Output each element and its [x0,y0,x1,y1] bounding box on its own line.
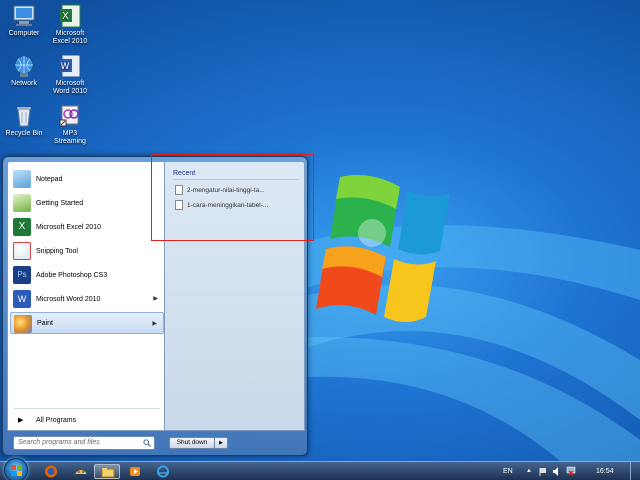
annotation-highlight-box [151,154,314,241]
desktop-icon-label: Excel 2010 [52,38,88,45]
submenu-arrow-icon[interactable]: ▶ [153,295,158,302]
recycle-bin-icon [10,104,38,128]
shutdown-options-arrow-icon[interactable]: ▶ [215,437,228,449]
search-input[interactable]: Search programs and files [13,436,155,450]
shutdown-button[interactable]: Shut down [169,437,215,449]
program-label: Adobe Photoshop CS3 [36,271,108,279]
program-label: Microsoft Word 2010 [36,295,101,303]
desktop-icon-label: Word 2010 [52,88,88,95]
desktop-icon-label: Microsoft [55,80,85,87]
network-status-icon[interactable] [566,462,576,480]
start-menu-programs-pane: Notepad Getting Started X Microsoft Exce… [7,161,165,431]
computer-icon [10,4,38,28]
mp3-streaming-icon [56,104,84,128]
photoshop-icon: Ps [13,266,31,284]
language-indicator[interactable]: EN [503,462,513,480]
paint-icon[interactable] [68,464,94,479]
divider [14,408,160,409]
program-label: Paint [37,319,53,327]
firefox-icon[interactable] [38,464,64,479]
play-arrow-icon: ▶ [18,417,24,424]
search-placeholder: Search programs and files [18,439,100,446]
media-player-icon[interactable] [122,464,148,479]
desktop-icon-label: Computer [8,30,40,37]
internet-explorer-icon[interactable] [150,464,176,479]
excel-icon: X [13,218,31,236]
desktop-icon-label: Recycle Bin [5,130,43,137]
program-label: Microsoft Excel 2010 [36,223,101,231]
program-item-word[interactable]: W Microsoft Word 2010 ▶ [10,288,164,310]
taskbar: EN ▲ 16:54 [0,458,640,480]
desktop-icon-label: Streaming [54,138,86,145]
desktop-icon-computer[interactable]: Computer [2,4,46,38]
word-icon: W [13,290,31,308]
program-item-excel[interactable]: X Microsoft Excel 2010 [10,216,164,238]
tray-up-arrow-icon[interactable]: ▲ [526,462,532,480]
desktop-icon-label: Network [11,80,37,87]
svg-text:X: X [62,11,69,22]
paint-icon [14,315,32,333]
desktop-icon-mp3-streaming[interactable]: MP3 Streaming [48,104,92,146]
snipping-tool-icon [13,242,31,260]
start-orb-icon[interactable] [4,458,28,480]
program-label: Getting Started [36,199,84,207]
clock[interactable]: 16:54 [596,462,614,480]
desktop-icon-label: Microsoft [55,30,85,37]
program-item-notepad[interactable]: Notepad [10,168,164,190]
word-icon: W [56,54,84,78]
network-icon [10,54,38,78]
program-item-paint[interactable]: Paint ▶ [10,312,164,334]
desktop-icon-network[interactable]: Network [2,54,46,88]
explorer-icon[interactable] [94,464,120,479]
desktop-icon-excel[interactable]: X Microsoft Excel 2010 [48,4,92,46]
submenu-arrow-icon[interactable]: ▶ [152,320,157,327]
program-item-getting-started[interactable]: Getting Started [10,192,164,214]
desktop-icon-word[interactable]: W Microsoft Word 2010 [48,54,92,96]
program-item-snipping-tool[interactable]: Snipping Tool [10,240,164,262]
tray-flag-icon[interactable] [538,462,548,480]
volume-icon[interactable] [552,462,562,480]
program-item-photoshop[interactable]: Ps Adobe Photoshop CS3 [10,264,164,286]
notepad-icon [13,170,31,188]
all-programs-button[interactable]: ▶ All Programs [10,412,164,428]
excel-icon: X [56,4,84,28]
desktop-icon-label: MP3 [62,130,78,137]
getting-started-icon [13,194,31,212]
svg-text:W: W [61,62,70,72]
program-label: Notepad [36,175,63,183]
show-desktop-button[interactable] [630,462,640,480]
all-programs-label: All Programs [36,416,77,424]
desktop-icon-recycle-bin[interactable]: Recycle Bin [2,104,46,138]
program-label: Snipping Tool [36,247,78,255]
search-icon [143,439,151,447]
